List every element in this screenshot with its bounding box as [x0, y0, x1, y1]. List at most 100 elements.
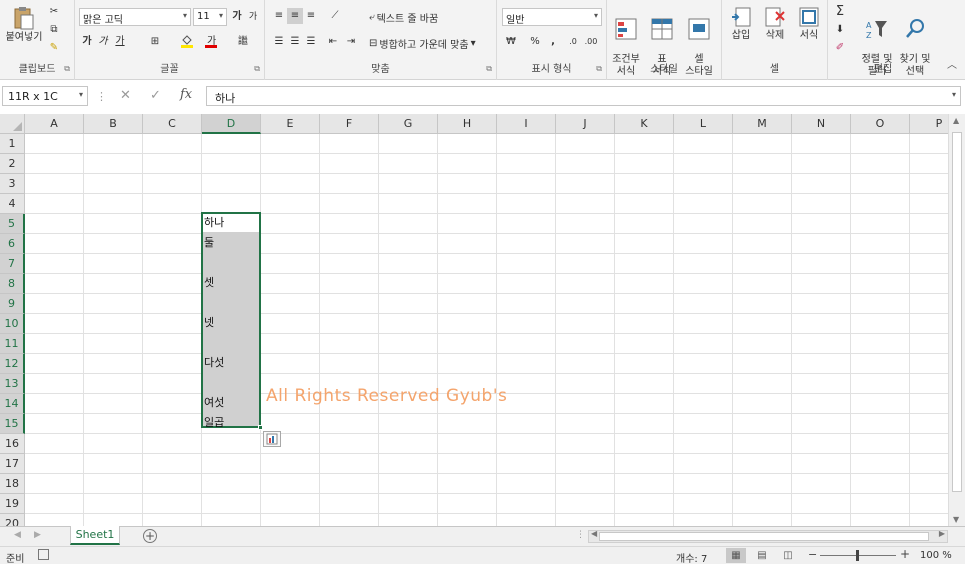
quick-analysis-button[interactable] [263, 431, 281, 447]
row-header-9[interactable]: 9 [0, 294, 25, 314]
tab-split-handle-icon[interactable]: ⋮ [576, 530, 585, 540]
increase-indent-icon[interactable]: ⇥ [343, 34, 359, 50]
shrink-font-button[interactable]: 가 [245, 9, 261, 25]
orientation-icon[interactable]: ⟋ [327, 8, 343, 24]
row-header-16[interactable]: 16 [0, 434, 25, 454]
paste-button[interactable]: 붙여넣기 [4, 6, 44, 44]
page-layout-view-icon[interactable]: ▤ [752, 548, 772, 563]
column-header-g[interactable]: G [379, 114, 438, 134]
zoom-level[interactable]: 100 % [920, 550, 952, 561]
column-header-h[interactable]: H [438, 114, 497, 134]
font-name-select[interactable]: 맑은 고딕 ▾ [79, 8, 191, 26]
scroll-right-icon[interactable]: ▶ [939, 529, 945, 538]
macro-record-icon[interactable] [38, 549, 49, 560]
accounting-icon[interactable]: ₩ [503, 34, 519, 50]
align-right-icon[interactable]: ☰ [303, 34, 319, 50]
number-format-select[interactable]: 일반 ▾ [502, 8, 602, 26]
cell-d15[interactable]: 일곱 [204, 413, 224, 433]
cancel-icon[interactable]: ✕ [120, 88, 131, 103]
column-header-b[interactable]: B [84, 114, 143, 134]
merge-center-button[interactable]: ⊟ 병합하고 가운데 맞춤 ▾ [369, 36, 476, 51]
copy-icon[interactable]: ⧉ [46, 22, 62, 38]
align-left-icon[interactable]: ☰ [271, 34, 287, 50]
percent-button[interactable]: % [527, 34, 543, 50]
scroll-up-icon[interactable]: ▲ [953, 116, 959, 125]
vertical-scrollbar[interactable]: ▲ ▼ [948, 114, 965, 526]
column-header-f[interactable]: F [320, 114, 379, 134]
row-header-18[interactable]: 18 [0, 474, 25, 494]
underline-button[interactable]: 가 [112, 34, 128, 50]
font-color-icon[interactable]: 가 [203, 34, 219, 50]
row-header-20[interactable]: 20 [0, 514, 25, 526]
phonetic-icon[interactable]: 䜝 [235, 34, 251, 50]
column-header-d[interactable]: D [202, 114, 261, 134]
font-launcher-icon[interactable]: ⧉ [254, 64, 260, 74]
number-launcher-icon[interactable]: ⧉ [596, 64, 602, 74]
increase-decimal-icon[interactable]: .0 [565, 34, 581, 50]
row-header-13[interactable]: 13 [0, 374, 25, 394]
cell-d6[interactable]: 둘 [204, 233, 214, 253]
expand-formula-icon[interactable]: ▾ [952, 90, 956, 99]
grow-font-button[interactable]: 가 [229, 9, 245, 25]
column-header-k[interactable]: K [615, 114, 674, 134]
column-header-l[interactable]: L [674, 114, 733, 134]
scroll-left-icon[interactable]: ◀ [591, 529, 597, 538]
column-header-o[interactable]: O [851, 114, 910, 134]
horizontal-scroll-thumb[interactable] [599, 532, 929, 541]
decrease-indent-icon[interactable]: ⇤ [325, 34, 341, 50]
alignment-launcher-icon[interactable]: ⧉ [486, 64, 492, 74]
row-header-7[interactable]: 7 [0, 254, 25, 274]
column-header-j[interactable]: J [556, 114, 615, 134]
align-middle-icon[interactable]: ≡ [287, 8, 303, 24]
decrease-decimal-icon[interactable]: .00 [583, 34, 599, 50]
autosum-button[interactable]: Σ [832, 4, 848, 20]
insert-button[interactable]: 삽입 [726, 6, 756, 42]
comma-button[interactable]: , [545, 34, 561, 50]
italic-button[interactable]: 가 [95, 34, 111, 50]
column-header-n[interactable]: N [792, 114, 851, 134]
fill-icon[interactable]: ⬇ [832, 22, 848, 38]
name-box[interactable]: 11R x 1C ▾ [2, 86, 88, 106]
fill-handle[interactable] [258, 425, 263, 430]
enter-icon[interactable]: ✓ [150, 88, 161, 103]
collapse-ribbon-icon[interactable]: ︿ [947, 56, 957, 71]
align-center-icon[interactable]: ☰ [287, 34, 303, 50]
formula-input[interactable]: 하나 ▾ [206, 86, 961, 106]
formula-bar-divider-icon[interactable]: ⋮ [96, 90, 107, 103]
cell-d8[interactable]: 셋 [204, 273, 214, 293]
border-icon[interactable]: ⊞ [147, 34, 163, 50]
delete-button[interactable]: 삭제 [760, 6, 790, 42]
font-size-select[interactable]: 11 ▾ [193, 8, 227, 26]
add-sheet-icon[interactable]: + [143, 529, 157, 543]
row-header-15[interactable]: 15 [0, 414, 25, 434]
zoom-out-icon[interactable]: − [808, 548, 817, 561]
cell-d12[interactable]: 다섯 [204, 353, 224, 373]
row-header-3[interactable]: 3 [0, 174, 25, 194]
row-header-17[interactable]: 17 [0, 454, 25, 474]
cell-d5[interactable]: 하나 [204, 213, 224, 233]
row-header-6[interactable]: 6 [0, 234, 25, 254]
column-header-p[interactable]: P [910, 114, 948, 134]
column-header-i[interactable]: I [497, 114, 556, 134]
align-bottom-icon[interactable]: ≡ [303, 8, 319, 24]
cell-d14[interactable]: 여섯 [204, 393, 224, 413]
horizontal-scrollbar[interactable]: ◀ ▶ [588, 529, 948, 543]
worksheet-grid[interactable]: ABCDEFGHIJKLMNOP 1 2 3 4 5 6 7 8 9 10 11 12 13 14 15 16… [0, 114, 948, 526]
row-header-19[interactable]: 19 [0, 494, 25, 514]
row-header-8[interactable]: 8 [0, 274, 25, 294]
row-header-5[interactable]: 5 [0, 214, 25, 234]
cut-icon[interactable]: ✂ [46, 4, 62, 20]
next-sheet-icon[interactable]: ▶ [34, 530, 41, 540]
select-all-button[interactable] [0, 114, 25, 134]
align-top-icon[interactable]: ≡ [271, 8, 287, 24]
row-header-14[interactable]: 14 [0, 394, 25, 414]
normal-view-icon[interactable]: ▦ [726, 548, 746, 563]
clipboard-launcher-icon[interactable]: ⧉ [64, 64, 70, 74]
row-header-2[interactable]: 2 [0, 154, 25, 174]
page-break-view-icon[interactable]: ◫ [778, 548, 798, 563]
format-button[interactable]: 서식 [794, 6, 824, 42]
row-header-10[interactable]: 10 [0, 314, 25, 334]
scroll-down-icon[interactable]: ▼ [953, 515, 959, 524]
sheet-tab-sheet1[interactable]: Sheet1 [70, 526, 120, 545]
row-header-12[interactable]: 12 [0, 354, 25, 374]
